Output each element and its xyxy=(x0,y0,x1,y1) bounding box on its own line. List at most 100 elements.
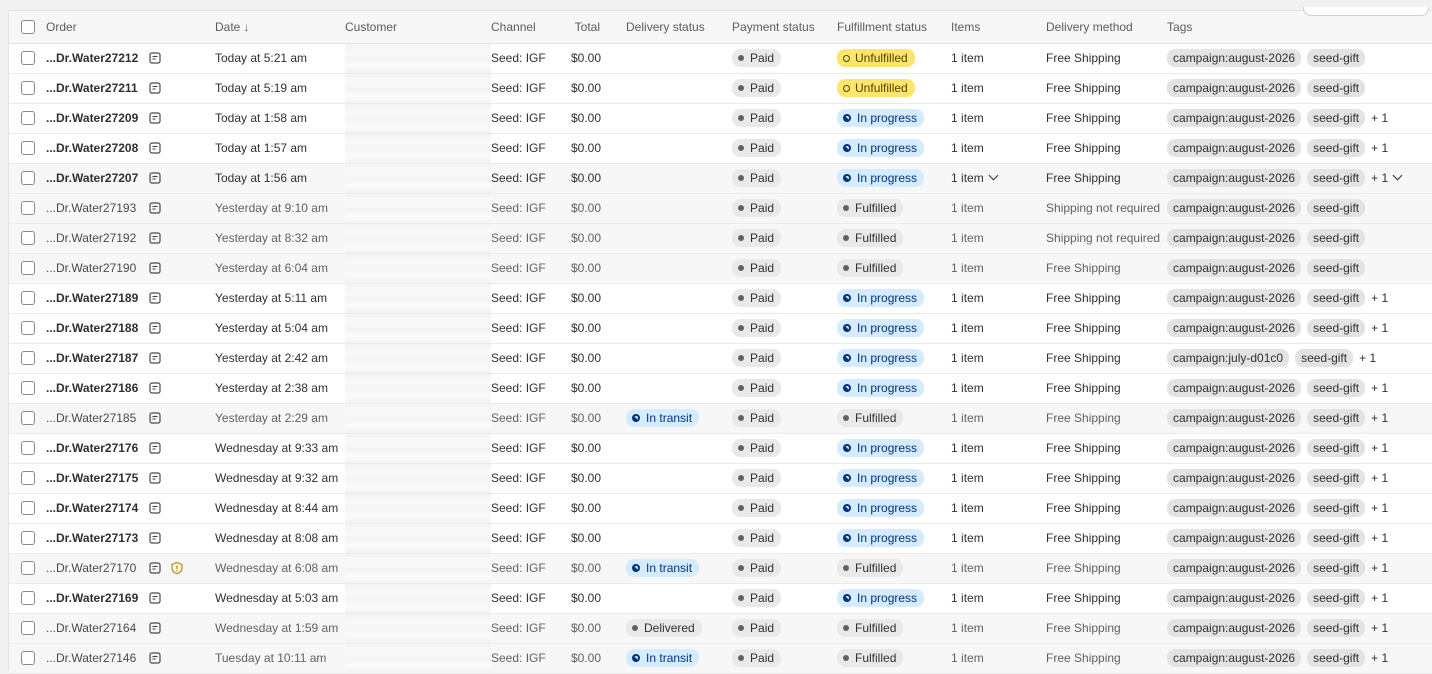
row-checkbox[interactable] xyxy=(21,561,35,576)
order-number[interactable]: ...Dr.Water27186 xyxy=(46,381,148,395)
order-cell[interactable]: ...Dr.Water27192 xyxy=(46,223,215,253)
row-select-cell[interactable] xyxy=(9,163,46,193)
table-row[interactable]: ...Dr.Water27176 Wednesday at 9:33 am Seed… xyxy=(9,433,1432,463)
row-checkbox[interactable] xyxy=(21,651,35,666)
row-select-cell[interactable] xyxy=(9,103,46,133)
items-cell[interactable]: 1 item xyxy=(951,343,1046,373)
order-number[interactable]: ...Dr.Water27174 xyxy=(46,501,148,515)
order-cell[interactable]: ...Dr.Water27164 xyxy=(46,613,215,643)
row-select-cell[interactable] xyxy=(9,403,46,433)
order-number[interactable]: ...Dr.Water27175 xyxy=(46,471,148,485)
order-number[interactable]: ...Dr.Water27187 xyxy=(46,351,148,365)
row-select-cell[interactable] xyxy=(9,133,46,163)
more-tags-count[interactable]: + 1 xyxy=(1371,501,1388,515)
order-number[interactable]: ...Dr.Water27164 xyxy=(46,621,148,635)
order-cell[interactable]: ...Dr.Water27146 xyxy=(46,643,215,673)
header-delivery-status[interactable]: Delivery status xyxy=(626,11,732,43)
items-cell[interactable]: 1 item xyxy=(951,583,1046,613)
row-select-cell[interactable] xyxy=(9,583,46,613)
table-row[interactable]: ...Dr.Water27164 Wednesday at 1:59 am Seed… xyxy=(9,613,1432,643)
order-number[interactable]: ...Dr.Water27173 xyxy=(46,531,148,545)
items-cell[interactable]: 1 item xyxy=(951,313,1046,343)
header-order[interactable]: Order xyxy=(46,11,215,43)
note-icon[interactable] xyxy=(148,441,162,455)
note-icon[interactable] xyxy=(148,621,162,635)
note-icon[interactable] xyxy=(148,51,162,65)
items-cell[interactable]: 1 item xyxy=(951,103,1046,133)
table-row[interactable]: ...Dr.Water27188 Yesterday at 5:04 am Seed… xyxy=(9,313,1432,343)
row-checkbox[interactable] xyxy=(21,261,35,276)
row-checkbox[interactable] xyxy=(21,81,35,96)
row-select-cell[interactable] xyxy=(9,223,46,253)
order-number[interactable]: ...Dr.Water27189 xyxy=(46,291,148,305)
note-icon[interactable] xyxy=(148,261,162,275)
note-icon[interactable] xyxy=(148,291,162,305)
note-icon[interactable] xyxy=(148,231,162,245)
items-cell[interactable]: 1 item xyxy=(951,523,1046,553)
note-icon[interactable] xyxy=(148,591,162,605)
order-number[interactable]: ...Dr.Water27211 xyxy=(46,81,148,95)
row-select-cell[interactable] xyxy=(9,523,46,553)
note-icon[interactable] xyxy=(148,501,162,515)
items-cell[interactable]: 1 item xyxy=(951,613,1046,643)
more-tags-count[interactable]: + 1 xyxy=(1371,531,1388,545)
more-tags-count[interactable]: + 1 xyxy=(1371,381,1388,395)
items-cell[interactable]: 1 item xyxy=(951,433,1046,463)
order-cell[interactable]: ...Dr.Water27169 xyxy=(46,583,215,613)
row-select-cell[interactable] xyxy=(9,193,46,223)
row-checkbox[interactable] xyxy=(21,291,35,306)
row-checkbox[interactable] xyxy=(21,231,35,246)
risk-warning-icon[interactable] xyxy=(170,561,184,575)
row-select-cell[interactable] xyxy=(9,283,46,313)
table-row[interactable]: ...Dr.Water27170 Wednesday at 6:08 am Seed… xyxy=(9,553,1432,583)
order-cell[interactable]: ...Dr.Water27190 xyxy=(46,253,215,283)
items-cell[interactable]: 1 item xyxy=(951,133,1046,163)
row-select-cell[interactable] xyxy=(9,343,46,373)
row-checkbox[interactable] xyxy=(21,411,35,426)
note-icon[interactable] xyxy=(148,411,162,425)
order-number[interactable]: ...Dr.Water27208 xyxy=(46,141,148,155)
row-checkbox[interactable] xyxy=(21,201,35,216)
order-cell[interactable]: ...Dr.Water27193 xyxy=(46,193,215,223)
table-row[interactable]: ...Dr.Water27212 Today at 5:21 am Seed: IG… xyxy=(9,43,1432,73)
order-cell[interactable]: ...Dr.Water27208 xyxy=(46,133,215,163)
note-icon[interactable] xyxy=(148,81,162,95)
more-tags-count[interactable]: + 1 xyxy=(1371,111,1388,125)
header-date[interactable]: Date ↓ xyxy=(215,11,345,43)
items-cell[interactable]: 1 item xyxy=(951,493,1046,523)
order-cell[interactable]: ...Dr.Water27173 xyxy=(46,523,215,553)
order-number[interactable]: ...Dr.Water27212 xyxy=(46,51,148,65)
toolbar-button-edge[interactable] xyxy=(1303,7,1429,16)
header-select-all[interactable] xyxy=(9,11,46,43)
table-row[interactable]: ...Dr.Water27190 Yesterday at 6:04 am Seed… xyxy=(9,253,1432,283)
row-checkbox[interactable] xyxy=(21,471,35,486)
items-cell[interactable]: 1 item xyxy=(951,223,1046,253)
header-payment-status[interactable]: Payment status xyxy=(732,11,837,43)
items-cell[interactable]: 1 item xyxy=(951,43,1046,73)
more-tags-count[interactable]: + 1 xyxy=(1359,351,1376,365)
table-row[interactable]: ...Dr.Water27174 Wednesday at 8:44 am Seed… xyxy=(9,493,1432,523)
order-cell[interactable]: ...Dr.Water27174 xyxy=(46,493,215,523)
note-icon[interactable] xyxy=(148,141,162,155)
row-select-cell[interactable] xyxy=(9,433,46,463)
row-select-cell[interactable] xyxy=(9,253,46,283)
order-number[interactable]: ...Dr.Water27170 xyxy=(46,561,148,575)
table-row[interactable]: ...Dr.Water27173 Wednesday at 8:08 am Seed… xyxy=(9,523,1432,553)
row-checkbox[interactable] xyxy=(21,51,35,66)
header-total[interactable]: Total xyxy=(571,11,626,43)
table-row[interactable]: ...Dr.Water27208 Today at 1:57 am Seed: IG… xyxy=(9,133,1432,163)
row-checkbox[interactable] xyxy=(21,501,35,516)
header-delivery-method[interactable]: Delivery method xyxy=(1046,11,1167,43)
row-select-cell[interactable] xyxy=(9,43,46,73)
row-checkbox[interactable] xyxy=(21,441,35,456)
order-cell[interactable]: ...Dr.Water27211 xyxy=(46,73,215,103)
more-tags-count[interactable]: + 1 xyxy=(1371,411,1388,425)
order-number[interactable]: ...Dr.Water27188 xyxy=(46,321,148,335)
row-select-cell[interactable] xyxy=(9,463,46,493)
table-row[interactable]: ...Dr.Water27207 Today at 1:56 am Seed: IG… xyxy=(9,163,1432,193)
more-tags-count[interactable]: + 1 xyxy=(1371,321,1388,335)
row-select-cell[interactable] xyxy=(9,373,46,403)
table-row[interactable]: ...Dr.Water27211 Today at 5:19 am Seed: IG… xyxy=(9,73,1432,103)
row-checkbox[interactable] xyxy=(21,621,35,636)
order-cell[interactable]: ...Dr.Water27187 xyxy=(46,343,215,373)
